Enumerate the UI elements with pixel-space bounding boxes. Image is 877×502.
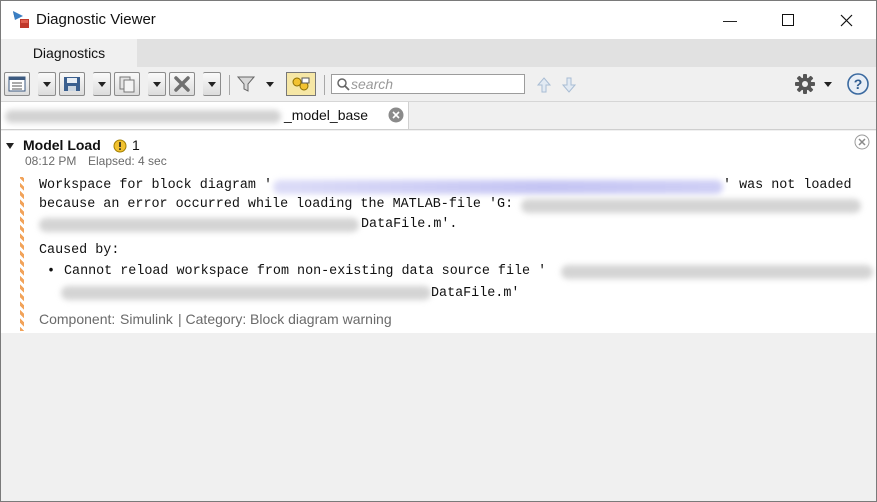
clear-dropdown[interactable]	[203, 72, 221, 96]
diagnostic-viewer-window: Diagnostic Viewer — Diagnostics search ?…	[0, 0, 877, 502]
minimize-button[interactable]: —	[707, 1, 753, 39]
redacted-text	[61, 286, 431, 300]
toolbar: ?	[1, 67, 876, 102]
warning-stripe	[20, 177, 24, 331]
category-label: | Category:	[178, 311, 247, 327]
redacted-text	[273, 180, 723, 194]
report-time: 08:12 PM	[25, 154, 77, 168]
report-panel: Model Load 1 08:12 PM Elapsed: 4 sec Wor…	[1, 131, 876, 333]
clear-button[interactable]	[169, 72, 195, 96]
copy-dropdown[interactable]	[148, 72, 166, 96]
dismiss-report-icon[interactable]	[854, 134, 870, 150]
toolbar-separator	[324, 75, 325, 95]
cause-text: Cannot reload workspace from non-existin…	[64, 264, 547, 279]
save-icon	[64, 77, 80, 91]
report-heading: Model Load	[23, 137, 101, 153]
arrow-up-icon[interactable]	[537, 77, 551, 93]
message-line2: because an error occurred while loading …	[39, 197, 514, 212]
save-button[interactable]	[59, 72, 85, 96]
collapse-arrow-icon[interactable]	[5, 141, 15, 151]
component-label: Component:	[39, 311, 116, 327]
help-icon[interactable]: ?	[847, 73, 869, 95]
redacted-text	[5, 110, 281, 123]
report-elapsed: Elapsed: 4 sec	[88, 154, 167, 168]
list-view-icon	[8, 76, 26, 92]
chevron-down-icon	[97, 81, 106, 87]
copy-button[interactable]	[114, 72, 140, 96]
minimize-icon: —	[723, 12, 737, 28]
component-value: Simulink	[120, 311, 173, 327]
filter-icon	[236, 76, 256, 92]
search-box[interactable]	[331, 74, 525, 94]
group-warnings-toggle[interactable]	[286, 72, 316, 96]
filter-button[interactable]	[236, 73, 276, 95]
warning-icon	[113, 139, 127, 153]
cause-end: DataFile.m'	[431, 286, 520, 301]
chevron-down-icon	[824, 81, 832, 87]
search-icon	[337, 78, 350, 91]
chevron-down-icon	[42, 81, 51, 87]
close-window-button[interactable]	[823, 1, 869, 39]
arrow-down-icon[interactable]	[562, 77, 576, 93]
close-tab-icon[interactable]	[388, 107, 404, 123]
redacted-text	[561, 265, 873, 279]
bullet: •	[47, 264, 56, 279]
tab-diagnostics[interactable]: Diagnostics	[1, 39, 137, 67]
window-title: Diagnostic Viewer	[36, 11, 156, 28]
tab-strip: Diagnostics	[1, 39, 876, 68]
delete-icon	[174, 76, 190, 92]
svg-text:?: ?	[854, 76, 863, 92]
message-line1-end: ' was not loaded	[723, 178, 852, 193]
document-tab-row: _model_base	[1, 102, 876, 130]
redacted-text	[521, 199, 861, 213]
settings-button[interactable]	[794, 73, 834, 95]
message-line3-end: DataFile.m'.	[361, 217, 458, 232]
search-input[interactable]	[351, 76, 521, 92]
toolbar-separator	[229, 75, 230, 95]
category-value: Block diagram warning	[250, 311, 392, 327]
document-tab[interactable]: _model_base	[1, 102, 409, 129]
warning-count: 1	[132, 137, 140, 153]
gear-icon	[795, 74, 815, 94]
view-button[interactable]	[4, 72, 30, 96]
document-tab-label: _model_base	[284, 107, 369, 123]
copy-icon	[119, 76, 135, 93]
message-line1-start: Workspace for block diagram '	[39, 178, 273, 193]
maximize-button[interactable]	[765, 1, 811, 39]
close-icon	[840, 14, 852, 26]
chevron-down-icon	[207, 81, 216, 87]
save-dropdown[interactable]	[93, 72, 111, 96]
redacted-text	[39, 218, 359, 232]
caused-by-label: Caused by:	[39, 243, 120, 258]
view-dropdown[interactable]	[38, 72, 56, 96]
simulink-app-icon	[13, 11, 29, 28]
title-bar: Diagnostic Viewer —	[1, 1, 876, 39]
group-icon	[292, 77, 310, 91]
chevron-down-icon	[152, 81, 161, 87]
maximize-icon	[782, 14, 794, 26]
chevron-down-icon	[266, 81, 274, 87]
